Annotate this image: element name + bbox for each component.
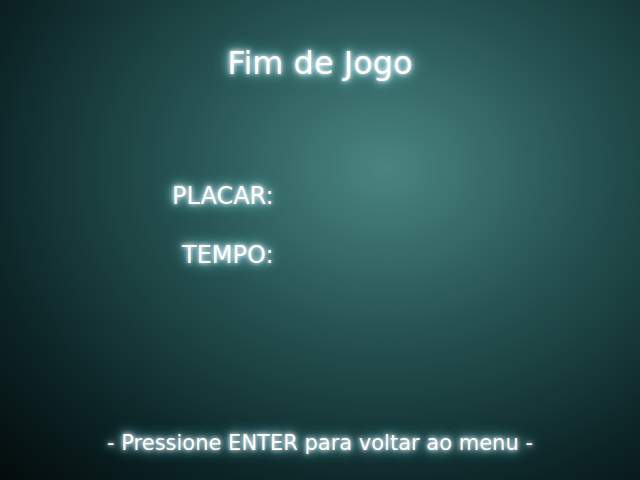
return-prompt: - Pressione ENTER para voltar ao menu -	[99, 431, 541, 456]
prompt-row: - Pressione ENTER para voltar ao menu -	[0, 431, 640, 480]
title-row: Fim de Jogo	[0, 0, 640, 82]
stat-label: PLACAR:	[172, 182, 640, 211]
stats-panel: PLACAR: TEMPO:	[0, 182, 640, 270]
stat-label: TEMPO:	[182, 241, 640, 270]
game-over-title: Fim de Jogo	[219, 44, 420, 82]
game-over-screen: Fim de Jogo PLACAR: TEMPO: - Pressione EN…	[0, 0, 640, 480]
